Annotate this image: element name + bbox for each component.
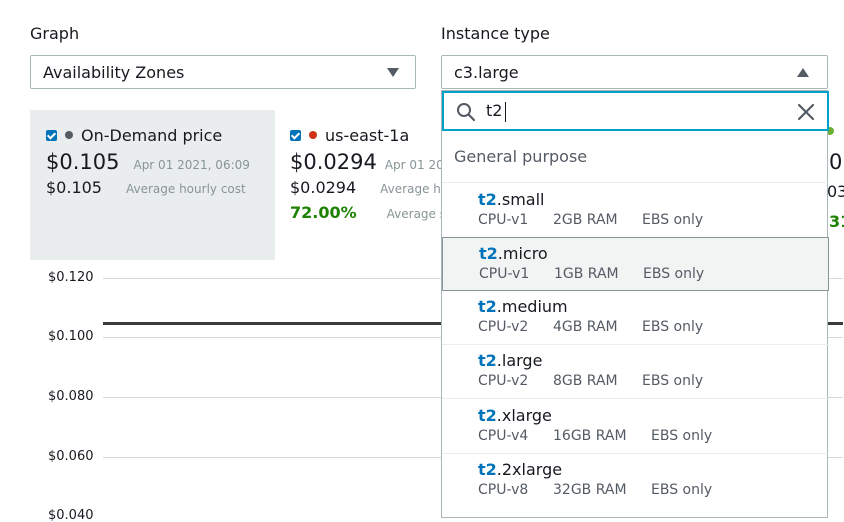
- option-cpu: CPU-v1: [479, 266, 530, 282]
- y-tick-label: $0.100: [48, 329, 94, 344]
- close-icon[interactable]: [796, 102, 816, 122]
- option-storage: EBS only: [643, 266, 705, 282]
- option-name-rest: .small: [496, 190, 545, 209]
- option-ram: 8GB RAM: [553, 373, 618, 389]
- option-storage: EBS only: [642, 212, 704, 228]
- average-price-label: Average ho: [380, 182, 444, 196]
- option-cpu: CPU-v4: [478, 428, 529, 444]
- option-cpu: CPU-v2: [478, 373, 529, 389]
- option-name-match: t2: [478, 190, 497, 209]
- average-price: 03: [827, 182, 844, 201]
- option-t2-micro[interactable]: t2.micro CPU-v1 1GB RAM EBS only: [442, 237, 829, 291]
- y-tick-label: $0.040: [48, 508, 94, 522]
- option-ram: 4GB RAM: [553, 319, 618, 335]
- option-t2-small[interactable]: t2.small CPU-v1 2GB RAM EBS only: [442, 184, 829, 238]
- chevron-down-icon: [387, 68, 399, 77]
- graph-select-value: Availability Zones: [43, 62, 185, 82]
- y-tick-label: $0.080: [48, 389, 94, 404]
- option-name-match: t2: [478, 351, 497, 370]
- price-card-on-demand: On-Demand price $0.105 Apr 01 2021, 06:0…: [30, 110, 275, 260]
- option-cpu: CPU-v1: [478, 212, 529, 228]
- price-timestamp: Apr 01 20: [384, 158, 444, 172]
- card-title: On-Demand price: [81, 125, 223, 145]
- average-price: $0.0294: [290, 178, 357, 197]
- option-divider: [442, 398, 829, 399]
- option-t2-large[interactable]: t2.large CPU-v2 8GB RAM EBS only: [442, 345, 829, 399]
- y-tick-label: $0.120: [48, 270, 94, 285]
- option-t2-xlarge[interactable]: t2.xlarge CPU-v4 16GB RAM EBS only: [442, 400, 829, 454]
- graph-select[interactable]: Availability Zones: [30, 55, 416, 89]
- price-timestamp: Apr 01 2021, 06:09: [133, 158, 250, 172]
- option-name-rest: .2xlarge: [496, 460, 563, 479]
- option-storage: EBS only: [651, 428, 713, 444]
- option-storage: EBS only: [651, 482, 713, 498]
- option-name-match: t2: [478, 297, 497, 316]
- option-name-rest: .xlarge: [496, 406, 552, 425]
- option-ram: 1GB RAM: [554, 266, 619, 282]
- savings-percent: 72.00%: [290, 203, 357, 222]
- instance-type-select[interactable]: c3.large: [441, 55, 828, 89]
- instance-type-label: Instance type: [441, 24, 550, 43]
- average-price: $0.105: [46, 178, 102, 197]
- option-ram: 2GB RAM: [553, 212, 618, 228]
- option-t2-2xlarge[interactable]: t2.2xlarge CPU-v8 32GB RAM EBS only: [442, 454, 829, 508]
- y-tick-label: $0.060: [48, 449, 94, 464]
- series-dot-icon: [65, 131, 73, 139]
- current-price: 0: [829, 150, 843, 174]
- option-name-match: t2: [479, 244, 498, 263]
- text-cursor: [505, 102, 506, 122]
- current-price: $0.0294: [290, 150, 377, 174]
- option-ram: 16GB RAM: [553, 428, 627, 444]
- option-name-rest: .large: [496, 351, 543, 370]
- instance-search-box[interactable]: t2: [442, 91, 829, 131]
- checkbox-us-east-1a[interactable]: [290, 129, 301, 141]
- savings-percent: 31: [829, 212, 844, 231]
- chevron-up-icon: [797, 68, 809, 77]
- search-icon: [457, 103, 476, 122]
- price-card-us-east-1a: us-east-1a $0.0294 Apr 01 20 $0.0294 Ave…: [274, 110, 444, 260]
- option-storage: EBS only: [642, 373, 704, 389]
- option-name-match: t2: [478, 406, 497, 425]
- instance-type-select-value: c3.large: [454, 62, 519, 82]
- option-storage: EBS only: [642, 319, 704, 335]
- option-cpu: CPU-v8: [478, 482, 529, 498]
- option-ram: 32GB RAM: [553, 482, 627, 498]
- option-name-match: t2: [478, 460, 497, 479]
- graph-label: Graph: [30, 24, 80, 43]
- checkbox-on-demand[interactable]: [46, 129, 57, 141]
- option-cpu: CPU-v2: [478, 319, 529, 335]
- series-dot-icon: [309, 131, 317, 139]
- savings-label: Average sa: [386, 207, 444, 221]
- current-price: $0.105: [46, 150, 120, 174]
- average-price-label: Average hourly cost: [125, 182, 246, 196]
- option-group-header: General purpose: [454, 147, 588, 166]
- group-divider: [442, 182, 829, 183]
- instance-type-dropdown: t2 General purpose t2.small CPU-v1 2GB R…: [441, 90, 829, 518]
- option-name-rest: .micro: [497, 244, 548, 263]
- card-title: us-east-1a: [325, 125, 410, 145]
- option-name-rest: .medium: [496, 297, 568, 316]
- option-t2-medium[interactable]: t2.medium CPU-v2 4GB RAM EBS only: [442, 291, 829, 345]
- search-input[interactable]: t2: [486, 101, 502, 120]
